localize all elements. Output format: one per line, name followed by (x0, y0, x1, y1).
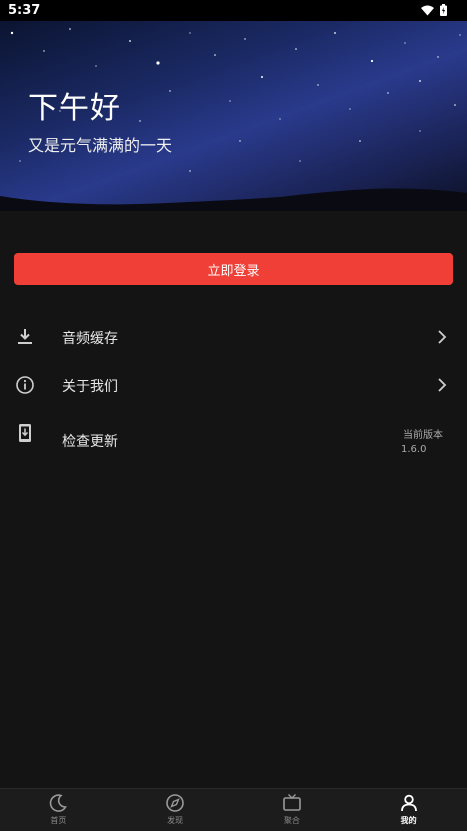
menu-item-about-us[interactable]: 关于我们 (0, 363, 467, 407)
tab-home[interactable]: 首页 (0, 789, 117, 831)
phone-update-icon (19, 424, 31, 442)
status-bar: 5:37 (0, 0, 467, 21)
menu-item-label: 音频缓存 (62, 331, 118, 347)
download-icon (18, 329, 32, 344)
compass-icon (166, 794, 184, 812)
tv-icon (283, 794, 301, 811)
version-value: 1.6.0 (401, 444, 427, 455)
chevron-right-icon (438, 378, 447, 392)
person-icon (400, 794, 417, 812)
tab-label: 我的 (400, 816, 417, 825)
tab-mine[interactable]: 我的 (350, 789, 467, 831)
menu-item-label: 关于我们 (62, 379, 118, 395)
greeting-subtitle: 又是元气满满的一天 (28, 136, 173, 155)
battery-icon (440, 4, 447, 16)
bottom-tab-bar: 首页 发现 聚合 我的 (0, 788, 467, 831)
header-banner: 下午好 又是元气满满的一天 (0, 21, 467, 211)
wifi-icon (421, 5, 434, 15)
info-icon (16, 376, 34, 394)
tab-aggregate[interactable]: 聚合 (234, 789, 351, 831)
tab-label: 首页 (50, 816, 67, 825)
tab-label: 聚合 (283, 816, 300, 825)
menu-item-label: 检查更新 (62, 434, 118, 450)
greeting-title: 下午好 (28, 91, 121, 126)
login-button[interactable]: 立即登录 (14, 253, 453, 285)
version-label: 当前版本 (403, 430, 443, 441)
status-time: 5:37 (8, 3, 41, 18)
status-icons (421, 4, 447, 16)
tab-label: 发现 (167, 816, 184, 825)
menu-item-check-update[interactable]: 检查更新 当前版本 1.6.0 (0, 418, 467, 464)
menu-item-audio-cache[interactable]: 音频缓存 (0, 315, 467, 359)
tab-discover[interactable]: 发现 (117, 789, 234, 831)
chevron-right-icon (438, 330, 447, 344)
moon-icon (50, 794, 68, 812)
